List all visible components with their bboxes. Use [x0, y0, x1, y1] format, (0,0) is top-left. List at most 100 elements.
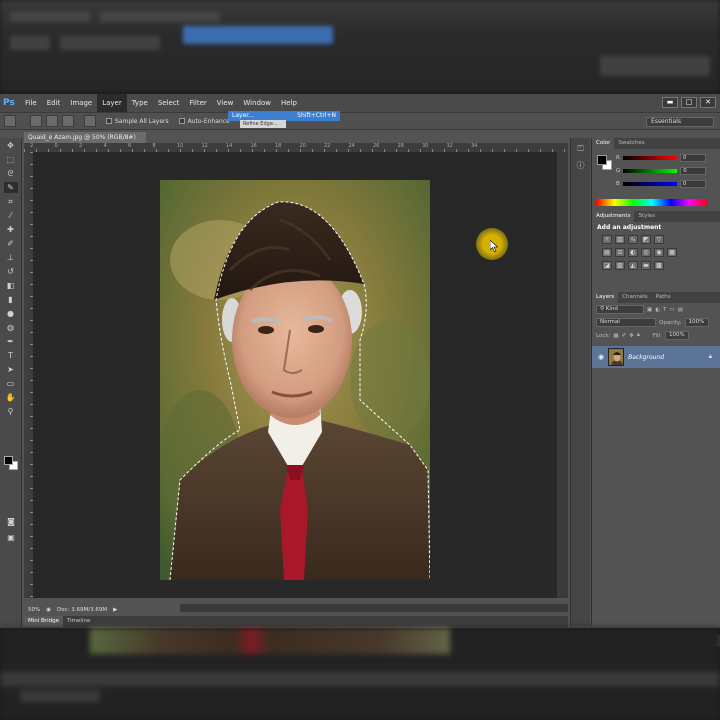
opacity-input[interactable]: 100% [684, 318, 709, 327]
marquee-tool-icon[interactable]: ⬚ [4, 154, 18, 165]
photo-filter-icon[interactable]: ◎ [641, 248, 651, 257]
tab-mini-bridge[interactable]: Mini Bridge [24, 616, 63, 627]
lasso-tool-icon[interactable]: ᘓ [4, 168, 18, 179]
menu-edit[interactable]: Edit [42, 94, 66, 112]
clone-stamp-icon[interactable]: ⊥ [4, 252, 18, 263]
lock-all-icon[interactable]: 🔒︎ [637, 332, 640, 339]
threshold-icon[interactable]: ◭ [628, 261, 638, 270]
zoom-level[interactable]: 50% [28, 607, 40, 613]
tab-layers[interactable]: Layers [592, 292, 619, 303]
history-panel-icon[interactable]: ⏍ [575, 144, 587, 154]
eye-icon[interactable]: ◉ [598, 353, 604, 361]
menu-select[interactable]: Select [153, 94, 185, 112]
menu-filter[interactable]: Filter [184, 94, 211, 112]
filter-smart-icon[interactable]: ▤ [678, 307, 683, 313]
sample-all-layers-checkbox[interactable] [106, 118, 112, 124]
menu-view[interactable]: View [212, 94, 239, 112]
auto-enhance-checkbox[interactable] [178, 118, 185, 124]
refine-edge-button[interactable]: Refine Edge... [240, 120, 286, 128]
channel-mixer-icon[interactable]: ◉ [654, 248, 664, 257]
red-value[interactable]: 0 [679, 154, 706, 162]
color-spectrum[interactable] [596, 199, 708, 206]
portrait-image[interactable] [160, 180, 430, 580]
brush-tool-icon[interactable]: ✐ [4, 238, 18, 249]
tab-swatches[interactable]: Swatches [614, 138, 648, 149]
lock-transparent-icon[interactable]: ▦ [613, 333, 618, 339]
status-arrow-icon[interactable]: ▶ [113, 607, 117, 613]
crop-tool-icon[interactable]: ⌗ [4, 196, 18, 207]
history-brush-icon[interactable]: ↺ [4, 266, 18, 277]
pen-tool-icon[interactable]: ✒ [4, 336, 18, 347]
blur-tool-icon[interactable]: ● [4, 308, 18, 319]
quick-selection-preset-icon[interactable] [4, 115, 16, 127]
quick-selection-tool-icon[interactable]: ✎ [3, 182, 18, 193]
lock-image-icon[interactable]: ✐ [622, 333, 627, 339]
maximize-button[interactable]: □ [681, 97, 697, 108]
vertical-scrollbar[interactable] [557, 152, 568, 598]
menu-file[interactable]: File [20, 94, 42, 112]
menu-type[interactable]: Type [127, 94, 153, 112]
tab-color[interactable]: Color [592, 138, 615, 149]
add-to-selection-icon[interactable] [46, 115, 58, 127]
zoom-tool-icon[interactable]: ⚲ [4, 406, 18, 417]
gradient-map-icon[interactable]: ▬ [641, 261, 651, 270]
tab-paths[interactable]: Paths [652, 292, 675, 303]
color-balance-icon[interactable]: ⚖ [615, 248, 625, 257]
minimize-button[interactable]: ▬ [662, 97, 678, 108]
hand-tool-icon[interactable]: ✋ [4, 392, 18, 403]
path-selection-icon[interactable]: ➤ [4, 364, 18, 375]
blue-slider[interactable] [622, 182, 677, 186]
foreground-color-swatch[interactable] [4, 456, 13, 465]
blue-value[interactable]: 0 [679, 180, 706, 188]
new-selection-icon[interactable] [30, 115, 42, 127]
workspace-select[interactable]: Essentials [646, 117, 714, 127]
eraser-tool-icon[interactable]: ◧ [4, 280, 18, 291]
filter-pixel-icon[interactable]: ▣ [647, 307, 652, 313]
lock-position-icon[interactable]: ✥ [629, 333, 634, 339]
green-value[interactable]: 0 [680, 167, 707, 175]
posterize-icon[interactable]: ▨ [615, 261, 625, 270]
shape-tool-icon[interactable]: ▭ [4, 378, 18, 389]
gradient-tool-icon[interactable]: ▮ [4, 294, 18, 305]
hue-saturation-icon[interactable]: ▤ [602, 248, 612, 257]
brightness-icon[interactable]: ☼ [602, 235, 612, 244]
fill-input[interactable]: 100% [664, 331, 689, 340]
layer-background[interactable]: ◉ Background 🔒︎ [592, 346, 720, 368]
properties-panel-icon[interactable]: ⓘ [575, 160, 587, 170]
quick-mask-icon[interactable]: ◙ [4, 516, 18, 527]
filter-shape-icon[interactable]: ▭ [669, 307, 674, 313]
dodge-tool-icon[interactable]: ◍ [4, 322, 18, 333]
menu-image[interactable]: Image [65, 94, 97, 112]
close-button[interactable]: ✕ [700, 97, 716, 108]
curves-icon[interactable]: ∿ [628, 235, 638, 244]
black-white-icon[interactable]: ◐ [628, 248, 638, 257]
blend-mode-select[interactable]: Normal [596, 318, 656, 327]
subtract-from-selection-icon[interactable] [62, 115, 74, 127]
tab-styles[interactable]: Styles [634, 211, 659, 222]
red-slider[interactable] [622, 156, 677, 160]
filter-type-icon[interactable]: T [663, 307, 666, 313]
document-tab[interactable]: Quaid_e Azam.jpg @ 50% (RGB/8#) [24, 132, 146, 143]
color-foreground-swatch[interactable] [597, 155, 607, 165]
color-lookup-icon[interactable]: ▦ [667, 248, 677, 257]
tab-adjustments[interactable]: Adjustments [592, 211, 635, 222]
filter-adjustment-icon[interactable]: ◐ [655, 307, 660, 313]
eyedropper-tool-icon[interactable]: ⁄ [4, 210, 18, 221]
exposure-icon[interactable]: ◩ [641, 235, 651, 244]
menu-window[interactable]: Window [238, 94, 276, 112]
invert-icon[interactable]: ◪ [602, 261, 612, 270]
move-tool-icon[interactable]: ✥ [4, 140, 18, 151]
healing-brush-icon[interactable]: ✚ [4, 224, 18, 235]
vibrance-icon[interactable]: ▽ [654, 235, 664, 244]
green-slider[interactable] [623, 169, 678, 173]
tab-timeline[interactable]: Timeline [63, 616, 94, 627]
status-options-icon[interactable]: ◉ [46, 607, 51, 613]
type-tool-icon[interactable]: T [4, 350, 18, 361]
menu-help[interactable]: Help [276, 94, 302, 112]
screen-mode-icon[interactable]: ▣ [4, 532, 18, 543]
horizontal-scrollbar[interactable] [180, 604, 568, 612]
selective-color-icon[interactable]: ▩ [654, 261, 664, 270]
brush-size-icon[interactable] [84, 115, 96, 127]
levels-icon[interactable]: ▥ [615, 235, 625, 244]
layer-kind-filter[interactable]: ⚲ Kind [596, 305, 644, 314]
